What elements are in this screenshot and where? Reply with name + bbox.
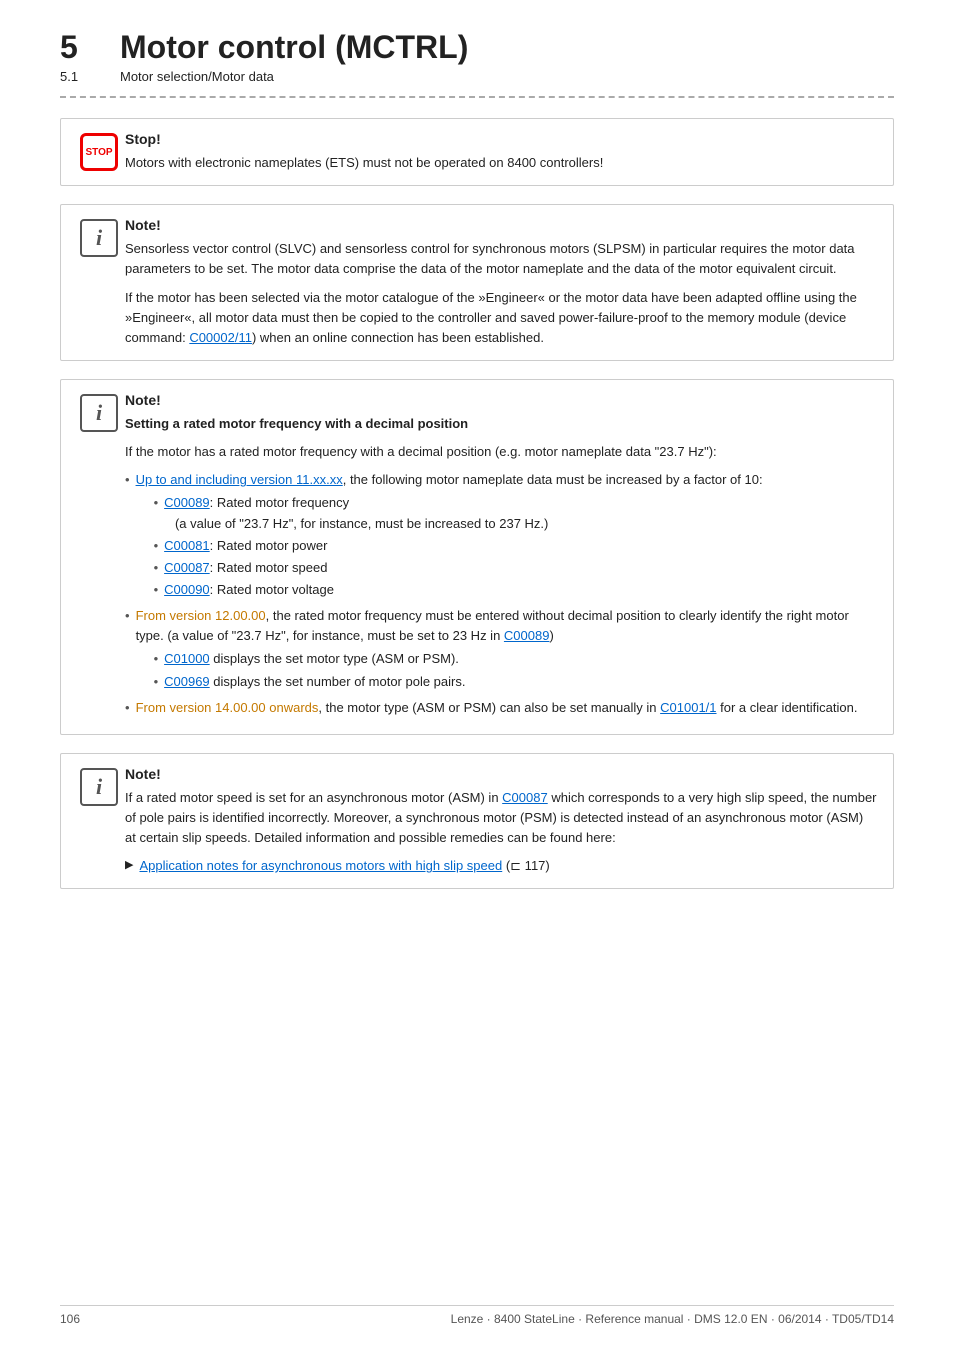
- bullet1-suffix: , the following motor nameplate data mus…: [343, 472, 763, 487]
- note3-heading: Note!: [125, 766, 877, 782]
- note2-icon-area: i: [73, 392, 125, 432]
- stop-notice-heading: Stop!: [125, 131, 877, 147]
- subbullet1-0-text: C00089: Rated motor frequency (a value o…: [164, 493, 548, 533]
- note1-body: Sensorless vector control (SLVC) and sen…: [125, 239, 877, 348]
- page-footer: 106 Lenze · 8400 StateLine · Reference m…: [60, 1305, 894, 1326]
- note2-main-list: Up to and including version 11.xx.xx, th…: [125, 470, 877, 718]
- c00089-link-2[interactable]: C00089: [504, 628, 550, 643]
- app-notes-link[interactable]: Application notes for asynchronous motor…: [139, 858, 502, 873]
- bullet3-text: From version 14.00.00 onwards, the motor…: [136, 698, 858, 718]
- chapter-header: 5 Motor control (MCTRL): [60, 30, 894, 65]
- arrow-icon: ▶: [125, 857, 133, 874]
- stop-notice-body: Motors with electronic nameplates (ETS) …: [125, 153, 877, 173]
- note2-intro: If the motor has a rated motor frequency…: [125, 442, 877, 462]
- doc-info: Lenze · 8400 StateLine · Reference manua…: [451, 1312, 894, 1326]
- stop-notice-content: Stop! Motors with electronic nameplates …: [125, 131, 877, 173]
- note1-heading: Note!: [125, 217, 877, 233]
- bullet2-text: From version 12.00.00, the rated motor f…: [136, 606, 877, 695]
- bullet2-item: From version 12.00.00, the rated motor f…: [125, 606, 877, 695]
- info-icon-text-2: i: [96, 400, 102, 426]
- subchapter-title: Motor selection/Motor data: [120, 69, 274, 84]
- app-notes-link-text: Application notes for asynchronous motor…: [139, 856, 549, 876]
- bullet3-end: for a clear identification.: [717, 700, 858, 715]
- subchapter-number: 5.1: [60, 69, 120, 84]
- subbullet1-0-suffix: : Rated motor frequency (a value of "23.…: [164, 495, 548, 530]
- subchapter-header: 5.1 Motor selection/Motor data: [60, 69, 894, 84]
- bullet1-item: Up to and including version 11.xx.xx, th…: [125, 470, 877, 603]
- note1-para2-suffix: ) when an online connection has been est…: [252, 330, 544, 345]
- c00087-link-2[interactable]: C00087: [502, 790, 548, 805]
- subbullet1-0: C00089: Rated motor frequency (a value o…: [154, 493, 763, 533]
- c00089-link-1[interactable]: C00089: [164, 495, 210, 510]
- note2-sub-heading: Setting a rated motor frequency with a d…: [125, 414, 877, 434]
- note2-box: i Note! Setting a rated motor frequency …: [60, 379, 894, 735]
- subbullet2-0: C01000 displays the set motor type (ASM …: [154, 649, 877, 669]
- subbullet2-1: C00969 displays the set number of motor …: [154, 672, 877, 692]
- bullet1-text: Up to and including version 11.xx.xx, th…: [136, 470, 763, 603]
- info-icon-text-3: i: [96, 774, 102, 800]
- c00087-link-1[interactable]: C00087: [164, 560, 210, 575]
- note3-box: i Note! If a rated motor speed is set fo…: [60, 753, 894, 890]
- c00081-link[interactable]: C00081: [164, 538, 210, 553]
- c01000-link[interactable]: C01000: [164, 651, 210, 666]
- app-notes-link-suffix: (⊏ 117): [502, 858, 550, 873]
- chapter-number: 5: [60, 30, 120, 65]
- c00969-link[interactable]: C00969: [164, 674, 210, 689]
- note2-content: Note! Setting a rated motor frequency wi…: [125, 392, 877, 722]
- section-divider: [60, 96, 894, 98]
- app-notes-link-row: ▶ Application notes for asynchronous mot…: [125, 856, 877, 876]
- info-icon-text-1: i: [96, 225, 102, 251]
- version-12-text: From version 12.00.00: [136, 608, 266, 623]
- info-icon-2: i: [80, 394, 118, 432]
- page: 5 Motor control (MCTRL) 5.1 Motor select…: [0, 0, 954, 1350]
- stop-notice-para: Motors with electronic nameplates (ETS) …: [125, 153, 877, 173]
- stop-icon-area: STOP: [73, 131, 125, 171]
- stop-notice-box: STOP Stop! Motors with electronic namepl…: [60, 118, 894, 186]
- page-number: 106: [60, 1312, 80, 1326]
- note1-para1: Sensorless vector control (SLVC) and sen…: [125, 239, 877, 279]
- note3-icon-area: i: [73, 766, 125, 806]
- note3-body: If a rated motor speed is set for an asy…: [125, 788, 877, 877]
- bullet3-suffix: , the motor type (ASM or PSM) can also b…: [318, 700, 660, 715]
- c00090-link[interactable]: C00090: [164, 582, 210, 597]
- info-icon-1: i: [80, 219, 118, 257]
- bullet2-end: ): [549, 628, 553, 643]
- note3-para1-prefix: If a rated motor speed is set for an asy…: [125, 790, 502, 805]
- info-icon-3: i: [80, 768, 118, 806]
- note3-para1: If a rated motor speed is set for an asy…: [125, 788, 877, 848]
- stop-icon: STOP: [80, 133, 118, 171]
- note3-content: Note! If a rated motor speed is set for …: [125, 766, 877, 877]
- note1-para2: If the motor has been selected via the m…: [125, 288, 877, 348]
- subbullet1-3: C00090: Rated motor voltage: [154, 580, 763, 600]
- subbullet1-2: C00087: Rated motor speed: [154, 558, 763, 578]
- note2-body: Setting a rated motor frequency with a d…: [125, 414, 877, 718]
- version-11-link[interactable]: Up to and including version 11.xx.xx: [136, 472, 343, 487]
- subbullet1-list: C00089: Rated motor frequency (a value o…: [154, 493, 763, 600]
- note1-content: Note! Sensorless vector control (SLVC) a…: [125, 217, 877, 348]
- subbullet1-1: C00081: Rated motor power: [154, 536, 763, 556]
- note1-box: i Note! Sensorless vector control (SLVC)…: [60, 204, 894, 361]
- version-14-text: From version 14.00.00 onwards: [136, 700, 319, 715]
- stop-icon-text: STOP: [85, 147, 112, 158]
- subbullet2-list: C01000 displays the set motor type (ASM …: [154, 649, 877, 691]
- note1-icon-area: i: [73, 217, 125, 257]
- c00002-11-link[interactable]: C00002/11: [189, 330, 252, 345]
- c01001-1-link[interactable]: C01001/1: [660, 700, 716, 715]
- note2-heading: Note!: [125, 392, 877, 408]
- bullet3-item: From version 14.00.00 onwards, the motor…: [125, 698, 877, 718]
- chapter-title: Motor control (MCTRL): [120, 30, 468, 65]
